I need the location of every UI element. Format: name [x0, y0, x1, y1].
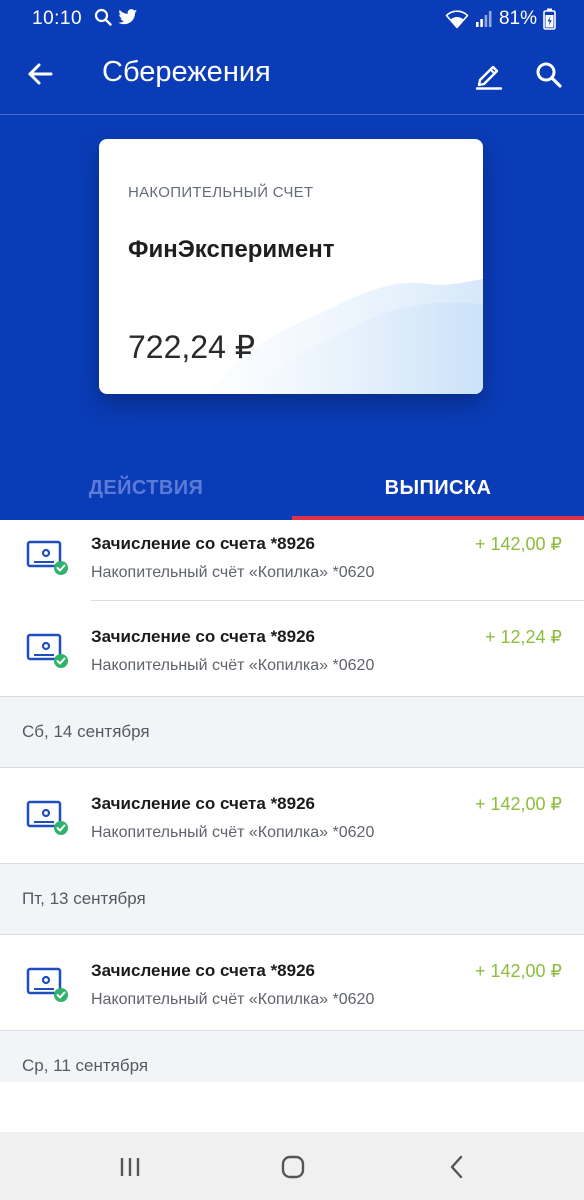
transaction-amount: + 142,00 ₽ — [474, 794, 562, 814]
transaction-title: Зачисление со счета *8926 — [91, 627, 315, 646]
battery-percent: 81% — [498, 8, 537, 29]
date-label: Сб, 14 сентября — [22, 722, 150, 741]
account-balance: 722,24 ₽ — [128, 329, 256, 365]
arrow-left-icon — [28, 63, 53, 85]
date-label: Пт, 13 сентября — [22, 889, 146, 908]
transaction-row[interactable]: Зачисление со счета *8926 Накопительный … — [0, 768, 584, 862]
transaction-subtitle: Накопительный счёт «Копилка» *0620 — [91, 657, 375, 674]
back-icon — [450, 1155, 463, 1179]
date-header: Сб, 14 сентября — [0, 696, 584, 768]
recents-button[interactable] — [110, 1150, 150, 1184]
date-header: Ср, 11 сентября — [0, 1030, 584, 1082]
battery-icon — [543, 8, 556, 30]
tab-actions[interactable]: ДЕЙСТВИЯ — [0, 456, 292, 520]
transaction-amount: + 142,00 ₽ — [474, 961, 562, 981]
transaction-row[interactable]: Зачисление со счета *8926 Накопительный … — [0, 601, 584, 695]
back-button[interactable] — [22, 56, 58, 92]
transaction-subtitle: Накопительный счёт «Копилка» *0620 — [91, 991, 375, 1008]
account-card[interactable]: НАКОПИТЕЛЬНЫЙ СЧЕТ ФинЭксперимент 722,24… — [99, 139, 483, 394]
system-nav-bar — [0, 1132, 584, 1200]
home-icon — [281, 1155, 305, 1179]
date-header: Пт, 13 сентября — [0, 863, 584, 935]
transaction-amount: + 12,24 ₽ — [484, 627, 562, 647]
savings-account-icon — [26, 967, 68, 1002]
transaction-title: Зачисление со счета *8926 — [91, 961, 315, 980]
signal-icon — [475, 11, 492, 27]
savings-account-icon — [26, 540, 68, 575]
savings-account-icon — [26, 633, 68, 668]
status-notification-icons — [94, 8, 138, 26]
pencil-icon — [475, 65, 503, 90]
page-title: Сбережения — [102, 56, 271, 88]
wifi-icon — [445, 10, 469, 29]
account-name: ФинЭксперимент — [128, 236, 335, 263]
account-type-label: НАКОПИТЕЛЬНЫЙ СЧЕТ — [128, 184, 314, 201]
date-label: Ср, 11 сентября — [22, 1056, 149, 1075]
transaction-subtitle: Накопительный счёт «Копилка» *0620 — [91, 564, 375, 581]
system-back-button[interactable] — [437, 1150, 477, 1184]
app-bar: Сбережения — [0, 38, 584, 114]
status-bar: 10:10 81% — [0, 0, 584, 38]
transaction-amount: + 142,00 ₽ — [474, 534, 562, 554]
tab-statement[interactable]: ВЫПИСКА — [292, 456, 584, 520]
savings-account-icon — [26, 800, 68, 835]
home-button[interactable] — [273, 1150, 313, 1184]
recents-icon — [120, 1158, 140, 1176]
transaction-title: Зачисление со счета *8926 — [91, 534, 315, 553]
edit-button[interactable] — [470, 56, 508, 94]
transaction-row[interactable]: Зачисление со счета *8926 Накопительный … — [0, 520, 584, 614]
transaction-row[interactable]: Зачисление со счета *8926 Накопительный … — [0, 935, 584, 1029]
status-system-icons: 81% — [445, 8, 556, 30]
search-button[interactable] — [530, 56, 568, 94]
statement-list: Зачисление со счета *8926 Накопительный … — [0, 520, 584, 1082]
twitter-icon — [118, 8, 138, 24]
app-bar-divider — [0, 114, 584, 115]
status-time: 10:10 — [32, 8, 83, 29]
search-icon — [536, 62, 562, 88]
search-icon — [94, 8, 112, 26]
transaction-subtitle: Накопительный счёт «Копилка» *0620 — [91, 824, 375, 841]
transaction-title: Зачисление со счета *8926 — [91, 794, 315, 813]
